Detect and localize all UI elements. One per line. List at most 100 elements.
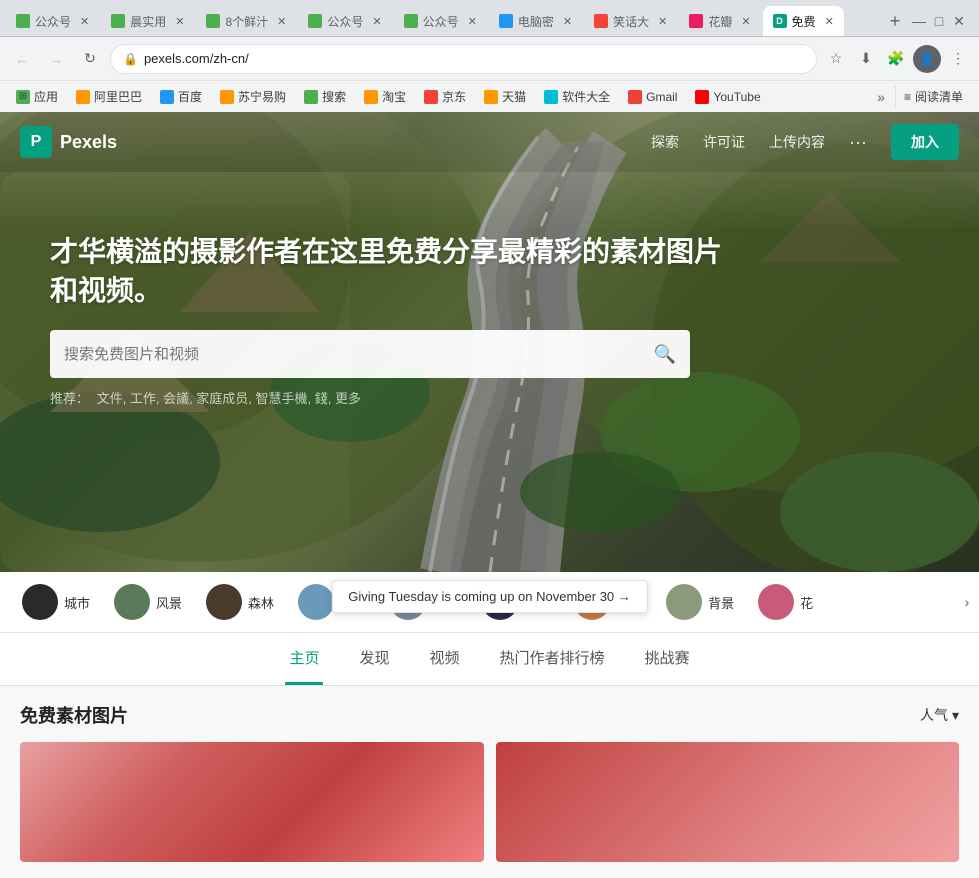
reading-list-label: 阅读清单 (915, 88, 963, 105)
bookmark-item-10[interactable]: YouTube (687, 87, 768, 107)
browser-tab-5[interactable]: 电脑密✕ (489, 6, 582, 36)
back-button[interactable]: ← (8, 45, 36, 73)
category-item-7[interactable]: 背景 (660, 580, 740, 624)
browser-tab-4[interactable]: 公众号✕ (394, 6, 487, 36)
browser-tab-2[interactable]: 8个鲜汁 ✕ (196, 6, 296, 36)
giving-tuesday-notification: Giving Tuesday is coming up on November … (331, 580, 648, 613)
bookmark-star-button[interactable]: ☆ (823, 46, 849, 72)
main-tab-2[interactable]: 视频 (425, 633, 463, 685)
tab-close-3[interactable]: ✕ (372, 15, 381, 28)
nav-upload[interactable]: 上传内容 (769, 132, 825, 152)
sort-arrow-icon: ▾ (952, 707, 959, 724)
tab-close-7[interactable]: ✕ (741, 15, 750, 28)
bookmark-item-0[interactable]: ⊞应用 (8, 85, 66, 108)
nav-more-icon[interactable]: ··· (849, 132, 867, 153)
photo-thumb-1[interactable] (20, 742, 484, 862)
bookmark-item-1[interactable]: 阿里巴巴 (68, 85, 150, 108)
bookmark-item-2[interactable]: 百度 (152, 85, 210, 108)
close-button[interactable]: ✕ (951, 13, 967, 29)
site-navbar: P Pexels 探索 许可证 上传内容 ··· 加入 (0, 112, 979, 172)
window-controls: — □ ✕ (911, 13, 973, 29)
tab-label-2: 8个鲜汁 (225, 13, 268, 30)
site-logo: P Pexels (20, 126, 117, 158)
forward-button[interactable]: → (42, 45, 70, 73)
hero-section: P Pexels 探索 许可证 上传内容 ··· 加入 才华横溢的摄影作者在这里… (0, 112, 979, 572)
search-input[interactable] (64, 346, 646, 363)
tab-close-6[interactable]: ✕ (658, 15, 667, 28)
browser-tab-7[interactable]: 花瓣✕ (679, 6, 760, 36)
tab-close-4[interactable]: ✕ (468, 15, 477, 28)
address-bar-row: ← → ↻ 🔒 pexels.com/zh-cn/ ☆ ⬇ 🧩 👤 ⋮ (0, 36, 979, 80)
main-tab-0[interactable]: 主页 (285, 633, 323, 685)
bookmark-item-9[interactable]: Gmail (620, 87, 685, 107)
bookmark-label-10: YouTube (713, 90, 760, 104)
minimize-button[interactable]: — (911, 13, 927, 29)
photo-thumb-2[interactable] (496, 742, 960, 862)
bookmarks-bar: ⊞应用阿里巴巴百度苏宁易购搜索淘宝京东天猫软件大全GmailYouTube » … (0, 80, 979, 112)
category-item-1[interactable]: 风景 (108, 580, 188, 624)
reading-list-icon: ≡ (904, 90, 911, 104)
bookmark-label-9: Gmail (646, 90, 677, 104)
tab-close-0[interactable]: ✕ (80, 15, 89, 28)
category-item-8[interactable]: 花 (752, 580, 819, 624)
bookmark-icon-8 (544, 90, 558, 104)
nav-explore[interactable]: 探索 (651, 132, 679, 152)
content-title: 免费素材图片 (20, 702, 128, 728)
extensions-button[interactable]: 🧩 (883, 46, 909, 72)
category-scroll-right[interactable]: › (955, 590, 979, 614)
tab-icon-0 (16, 14, 30, 28)
tab-label-6: 笑话大 (613, 13, 649, 30)
category-thumbnail-8 (758, 584, 794, 620)
tab-close-2[interactable]: ✕ (277, 15, 286, 28)
category-label-2: 森林 (248, 593, 274, 612)
bookmark-item-3[interactable]: 苏宁易购 (212, 85, 294, 108)
brand-name: Pexels (60, 132, 117, 153)
main-tab-3[interactable]: 热门作者排行榜 (496, 633, 609, 685)
sort-button[interactable]: 人气 ▾ (920, 705, 959, 725)
bookmark-label-4: 搜索 (322, 88, 346, 105)
reload-button[interactable]: ↻ (76, 45, 104, 73)
browser-tab-1[interactable]: 晨实用✕ (101, 6, 194, 36)
category-item-2[interactable]: 森林 (200, 580, 280, 624)
new-tab-button[interactable]: + (881, 7, 909, 35)
bookmark-item-6[interactable]: 京东 (416, 85, 474, 108)
tab-close-5[interactable]: ✕ (563, 15, 572, 28)
bookmark-item-4[interactable]: 搜索 (296, 85, 354, 108)
nav-license[interactable]: 许可证 (703, 132, 745, 152)
profile-button[interactable]: 👤 (913, 45, 941, 73)
bookmark-icon-3 (220, 90, 234, 104)
bookmark-label-3: 苏宁易购 (238, 88, 286, 105)
search-icon[interactable]: 🔍 (654, 344, 676, 365)
tab-icon-3 (308, 14, 322, 28)
reading-list-button[interactable]: ≡ 阅读清单 (895, 85, 971, 108)
category-item-0[interactable]: 城市 (16, 580, 96, 624)
tab-close-1[interactable]: ✕ (175, 15, 184, 28)
download-button[interactable]: ⬇ (853, 46, 879, 72)
content-header: 免费素材图片 人气 ▾ (20, 702, 959, 728)
tab-close-8[interactable]: ✕ (825, 15, 834, 28)
bookmark-item-7[interactable]: 天猫 (476, 85, 534, 108)
bookmark-icon-10 (695, 90, 709, 104)
category-thumbnail-2 (206, 584, 242, 620)
main-tab-4[interactable]: 挑战赛 (641, 633, 694, 685)
hero-suggestions: 推荐： 文件, 工作, 会議, 家庭成员, 智慧手機, 錢, 更多 (50, 388, 730, 407)
browser-tab-3[interactable]: 公众号✕ (298, 6, 391, 36)
browser-tab-0[interactable]: 公众号✕ (6, 6, 99, 36)
address-bar[interactable]: 🔒 pexels.com/zh-cn/ (110, 44, 817, 74)
main-tab-1[interactable]: 发现 (355, 633, 393, 685)
hero-content: 才华横溢的摄影作者在这里免费分享最精彩的素材图片和视频。 🔍 推荐： 文件, 工… (50, 232, 730, 407)
bookmarks-more-button[interactable]: » (871, 86, 891, 108)
bookmark-label-7: 天猫 (502, 88, 526, 105)
join-button[interactable]: 加入 (891, 124, 959, 160)
tab-icon-5 (499, 14, 513, 28)
bookmark-item-8[interactable]: 软件大全 (536, 85, 618, 108)
menu-button[interactable]: ⋮ (945, 46, 971, 72)
bookmark-label-0: 应用 (34, 88, 58, 105)
tab-icon-4 (404, 14, 418, 28)
browser-tab-6[interactable]: 笑话大 ✕ (584, 6, 677, 36)
browser-tab-8[interactable]: D免费✕ (763, 6, 844, 36)
bookmark-item-5[interactable]: 淘宝 (356, 85, 414, 108)
lock-icon: 🔒 (123, 52, 138, 66)
sort-label: 人气 (920, 705, 948, 725)
restore-button[interactable]: □ (931, 13, 947, 29)
